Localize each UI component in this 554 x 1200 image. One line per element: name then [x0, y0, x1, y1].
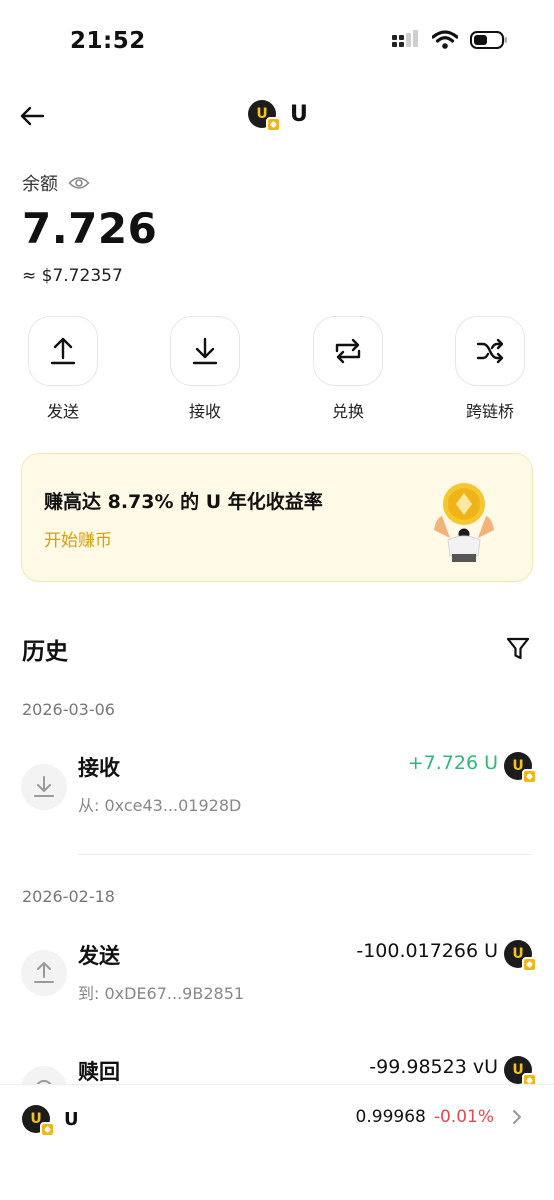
u-token-icon: U	[504, 1056, 537, 1088]
price-bar-token-name: U	[64, 1108, 79, 1130]
receive-button[interactable]: 接收	[160, 316, 250, 422]
promo-title: 赚高达 8.73% 的 U 年化收益率	[44, 491, 323, 513]
balance-amount: 7.726	[22, 204, 158, 253]
status-time: 21:52	[70, 28, 146, 54]
cellular-signal-icon	[392, 30, 418, 47]
u-token-icon: U	[504, 752, 537, 784]
filter-icon[interactable]	[506, 636, 530, 662]
send-label: 发送	[46, 402, 79, 421]
swap-icon	[335, 338, 361, 364]
token-price-bar[interactable]: U U 0.99968 -0.01%	[0, 1084, 554, 1200]
bridge-button[interactable]: 跨链桥	[445, 316, 535, 422]
transaction-amount: +7.726 U	[407, 752, 498, 774]
coin-holder-illustration-icon	[434, 483, 494, 562]
token-title: U	[290, 101, 308, 127]
upload-arrow-icon	[50, 337, 76, 365]
divider	[78, 854, 532, 855]
upload-arrow-icon	[34, 962, 54, 983]
chevron-right-icon	[513, 1110, 521, 1124]
transaction-address: 从: 0xce43...01928D	[78, 796, 242, 815]
send-button[interactable]: 发送	[18, 316, 108, 422]
wifi-icon	[432, 30, 458, 49]
swap-label: 兑换	[331, 402, 364, 421]
swap-button[interactable]: 兑换	[303, 316, 393, 422]
balance-fiat-value: ≈ $7.72357	[22, 266, 123, 286]
date-label: 2026-03-06	[22, 700, 115, 719]
balance-label-row: 余额	[22, 170, 90, 196]
date-label: 2026-02-18	[22, 887, 115, 906]
bridge-label: 跨链桥	[465, 402, 514, 421]
status-bar: 21:52	[0, 0, 554, 84]
nav-bar: U U	[0, 92, 554, 138]
eye-icon[interactable]	[68, 175, 90, 191]
transaction-type: 接收	[78, 756, 120, 780]
u-token-icon: U	[504, 940, 537, 972]
start-earning-link[interactable]: 开始赚币	[44, 526, 112, 551]
transaction-row[interactable]: 接收 从: 0xce43...01928D +7.726 U U	[0, 752, 554, 832]
transaction-amount: -100.017266 U	[356, 940, 498, 962]
transaction-address: 到: 0xDE67...9B2851	[78, 984, 245, 1003]
transaction-row[interactable]: 发送 到: 0xDE67...9B2851 -100.017266 U U	[0, 940, 554, 1020]
download-arrow-icon	[192, 337, 218, 365]
earn-promo-banner[interactable]: 赚高达 8.73% 的 U 年化收益率 开始赚币	[21, 453, 533, 582]
transaction-type: 发送	[78, 944, 120, 968]
download-arrow-icon	[34, 776, 54, 797]
token-price: 0.99968	[355, 1107, 426, 1127]
status-icons	[392, 30, 508, 50]
back-button[interactable]	[16, 100, 48, 132]
history-title: 历史	[22, 639, 68, 665]
balance-label: 余额	[22, 174, 58, 195]
u-token-icon: U	[22, 1105, 55, 1137]
u-token-icon: U	[248, 100, 281, 132]
token-header: U U	[248, 100, 308, 132]
transaction-type: 赎回	[78, 1060, 120, 1084]
shuffle-icon	[476, 338, 504, 364]
action-buttons: 发送 接收 兑换 跨链桥	[0, 316, 554, 426]
receive-label: 接收	[188, 402, 221, 421]
transaction-amount: -99.98523 vU	[369, 1056, 498, 1078]
price-change: -0.01%	[433, 1107, 494, 1127]
arrow-left-icon	[20, 106, 45, 126]
battery-icon	[470, 31, 507, 49]
